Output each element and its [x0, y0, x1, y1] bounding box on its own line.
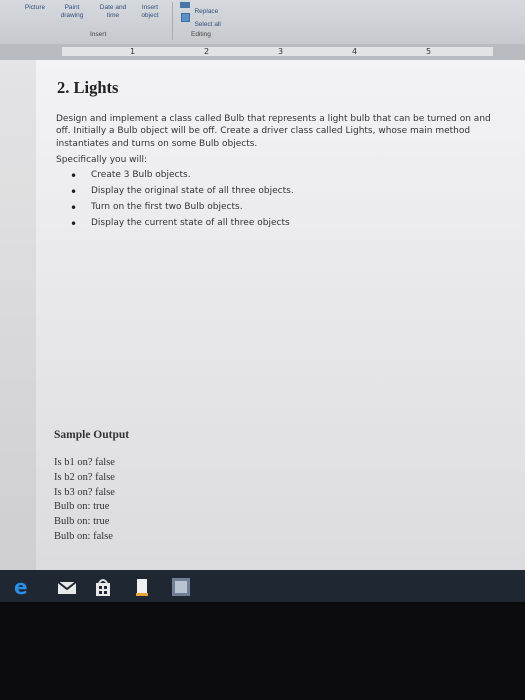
list-item: Display the original state of all three … [70, 185, 294, 202]
app-icon[interactable] [170, 576, 192, 598]
output-line: Bulb on: true [54, 501, 110, 513]
paint-drawing-button[interactable]: Paint drawing [58, 4, 86, 20]
edge-icon[interactable]: e [14, 576, 36, 598]
insert-object-label: Insert object [141, 4, 159, 19]
taskbar [0, 570, 525, 602]
sample-output-heading: Sample Output [54, 429, 130, 441]
picture-button[interactable]: Picture [22, 4, 48, 12]
output-line: Is b2 on? false [54, 471, 115, 483]
insert-group-label: Insert [90, 31, 107, 38]
date-time-label: Date and time [99, 4, 127, 19]
ruler-mark: 2 [204, 47, 210, 56]
list-item: Display the current state of all three o… [70, 217, 294, 234]
file-icon[interactable] [132, 576, 152, 598]
paint-drawing-label: Paint drawing [60, 4, 84, 19]
date-time-button[interactable]: Date and time [96, 4, 130, 20]
store-icon[interactable] [92, 576, 114, 598]
ribbon: Picture Paint drawing Date and time Inse… [0, 0, 525, 44]
list-item: Turn on the first two Bulb objects. [70, 201, 294, 218]
ruler[interactable]: 1 2 3 4 5 [0, 44, 525, 61]
spec-intro: Specifically you will: [56, 155, 148, 165]
output-line: Bulb on: true [54, 516, 110, 528]
group-divider [172, 2, 173, 40]
editing-group-label: Editing [191, 31, 211, 38]
select-all-label: Select all [194, 21, 221, 28]
ruler-mark: 4 [352, 47, 358, 56]
list-item: Create 3 Bulb objects. [70, 169, 294, 186]
picture-label: Picture [24, 4, 46, 11]
replace-button[interactable]: Replace [180, 0, 218, 15]
select-all-button[interactable]: Select all [181, 13, 221, 28]
sample-output: Is b1 on? false Is b2 on? false Is b3 on… [54, 456, 115, 545]
replace-icon [180, 2, 190, 8]
output-line: Is b3 on? false [54, 486, 115, 498]
insert-object-button[interactable]: Insert object [136, 4, 164, 20]
document-heading: 2. Lights [57, 78, 119, 97]
monitor-bezel [0, 602, 525, 700]
ruler-mark: 3 [278, 47, 284, 56]
ruler-mark: 1 [130, 47, 136, 56]
page-gutter [0, 60, 36, 570]
problem-description: Design and implement a class called Bulb… [56, 114, 491, 149]
mail-icon[interactable] [56, 576, 78, 598]
output-line: Is b1 on? false [54, 457, 115, 468]
requirements-list: Create 3 Bulb objects. Display the origi… [70, 169, 294, 234]
ruler-mark: 5 [426, 47, 432, 56]
output-line: Bulb on: false [54, 530, 113, 542]
select-all-icon [181, 13, 190, 22]
